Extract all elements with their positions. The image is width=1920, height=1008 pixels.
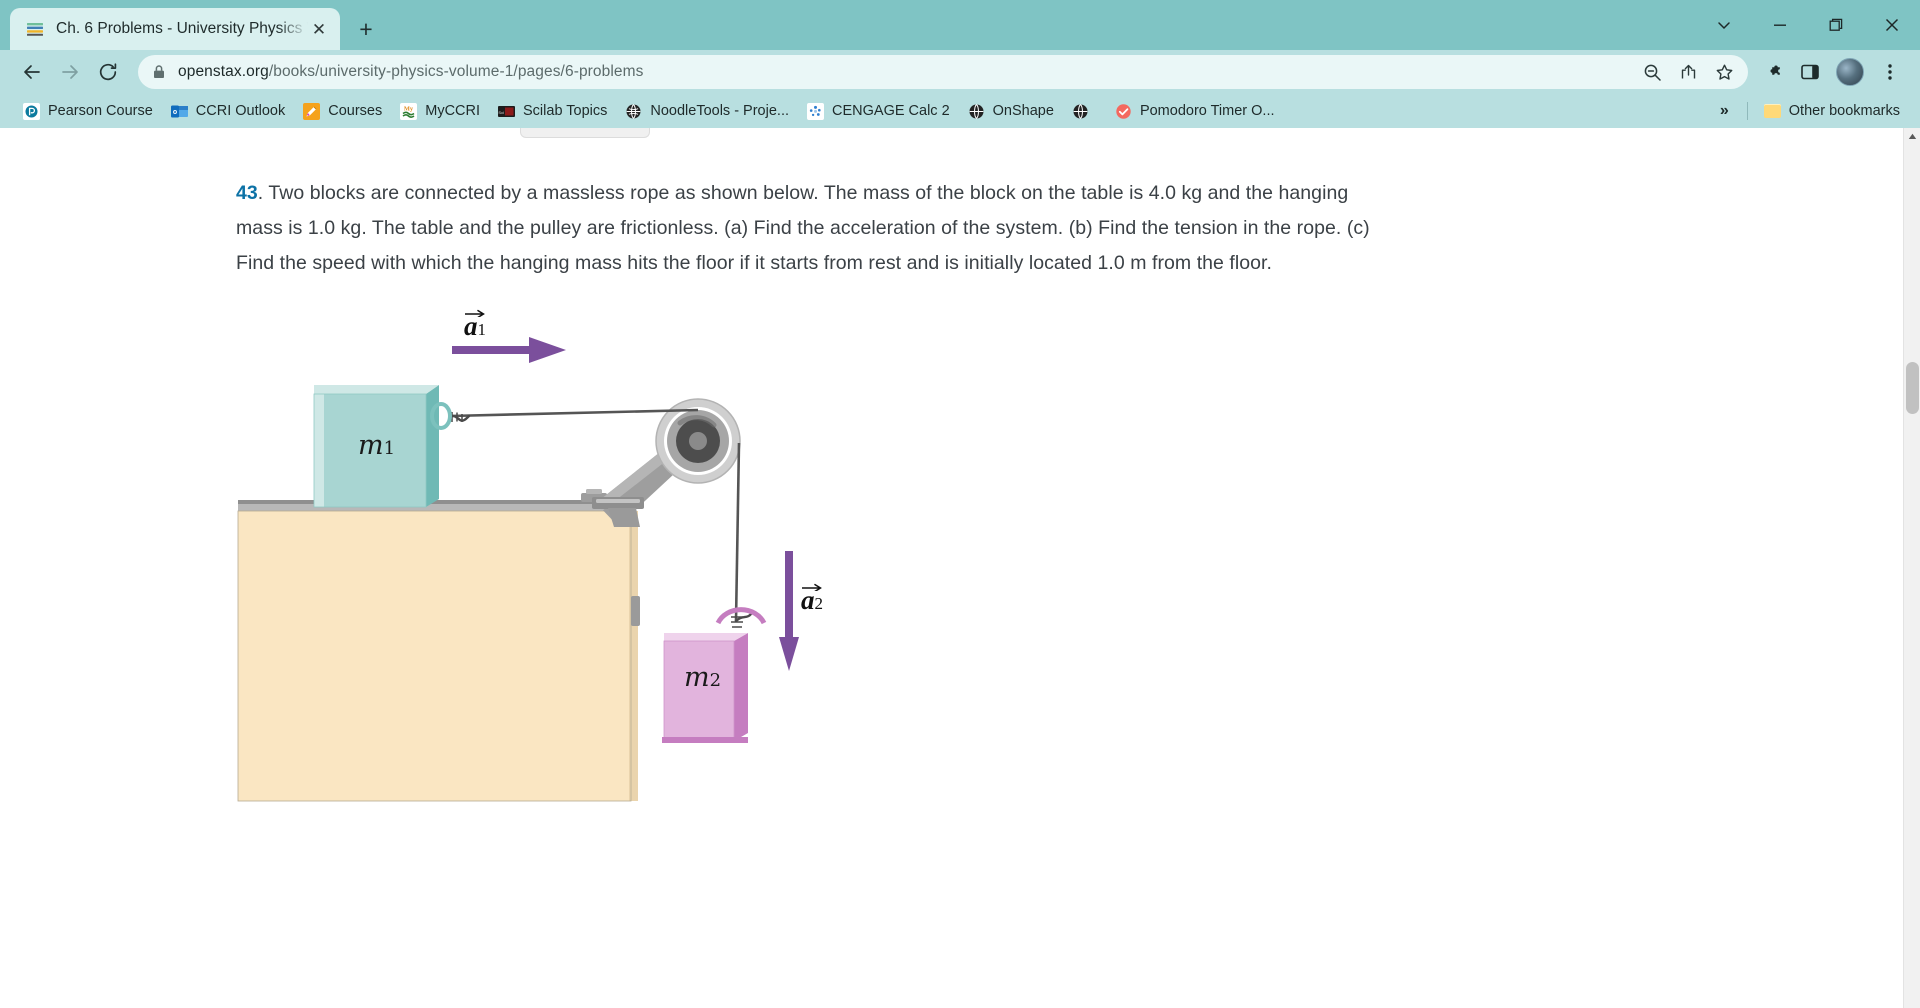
folder-icon xyxy=(1764,104,1781,118)
forward-button[interactable] xyxy=(52,54,88,90)
pearson-icon xyxy=(23,103,40,120)
page-content: 43. Two blocks are connected by a massle… xyxy=(0,128,1400,831)
bookmark-pearson-course[interactable]: Pearson Course xyxy=(14,99,162,124)
url-text: openstax.org/books/university-physics-vo… xyxy=(178,63,644,81)
globe-icon xyxy=(1072,103,1089,120)
m1-subscript: 1 xyxy=(384,438,395,459)
bookmark-label: OnShape xyxy=(993,103,1054,119)
bookmark-label: Pomodoro Timer O... xyxy=(1140,103,1275,119)
minimize-button[interactable] xyxy=(1752,3,1808,47)
lock-icon[interactable] xyxy=(152,64,166,80)
m2-symbol: m xyxy=(684,662,710,693)
table-object xyxy=(238,489,640,801)
address-bar[interactable]: openstax.org/books/university-physics-vo… xyxy=(138,55,1748,89)
other-bookmarks-button[interactable]: Other bookmarks xyxy=(1754,99,1910,123)
bookmark-scilab-topics[interactable]: Sci Scilab Topics xyxy=(489,99,616,124)
openstax-books-icon xyxy=(26,20,44,38)
window-controls xyxy=(1696,0,1920,50)
maximize-restore-button[interactable] xyxy=(1808,3,1864,47)
pomodoro-check-icon xyxy=(1115,103,1132,120)
new-tab-button[interactable]: + xyxy=(346,8,386,50)
outlook-icon: o xyxy=(171,103,188,120)
myccri-icon: My xyxy=(400,103,417,120)
tab-close-icon[interactable]: ✕ xyxy=(308,21,330,38)
block-m2-label: m2 xyxy=(684,662,721,693)
svg-text:My: My xyxy=(404,105,414,112)
cengage-icon xyxy=(807,103,824,120)
navigation-toolbar: openstax.org/books/university-physics-vo… xyxy=(0,50,1920,94)
share-icon[interactable] xyxy=(1678,62,1698,82)
page-scrollbar[interactable] xyxy=(1903,128,1920,1008)
bookmark-label: CENGAGE Calc 2 xyxy=(832,103,950,119)
browser-window: Ch. 6 Problems - University Physics Volu… xyxy=(0,0,1920,1008)
partial-element-above xyxy=(520,128,650,138)
bookmark-label: NoodleTools - Proje... xyxy=(650,103,789,119)
acceleration-2-label: a2 xyxy=(801,585,823,616)
close-window-button[interactable] xyxy=(1864,3,1920,47)
accel1-subscript: 1 xyxy=(478,320,487,339)
url-path: /books/university-physics-volume-1/pages… xyxy=(269,63,644,80)
scrollbar-thumb[interactable] xyxy=(1906,362,1919,414)
star-icon[interactable] xyxy=(1714,62,1734,82)
pulley-system-diagram xyxy=(236,311,996,831)
acceleration-2-arrow xyxy=(779,551,799,671)
bookmark-label: CCRI Outlook xyxy=(196,103,285,119)
reload-button[interactable] xyxy=(90,54,126,90)
url-domain: openstax.org xyxy=(178,63,269,80)
bookmark-label: MyCCRI xyxy=(425,103,480,119)
toolbar-icons xyxy=(1758,56,1906,88)
zoom-out-magnifier-icon[interactable] xyxy=(1642,62,1662,82)
bookmark-label: Pearson Course xyxy=(48,103,153,119)
m1-symbol: m xyxy=(358,430,384,461)
globe-icon xyxy=(968,103,985,120)
problem-paragraph: 43. Two blocks are connected by a massle… xyxy=(236,176,1400,281)
svg-text:o: o xyxy=(173,109,177,116)
globe-icon xyxy=(625,103,642,120)
problem-body: . Two blocks are connected by a massless… xyxy=(236,182,1370,274)
bookmark-myccri[interactable]: My MyCCRI xyxy=(391,99,489,124)
bookmarks-overflow-button[interactable]: » xyxy=(1708,100,1741,122)
physics-figure: a1 a2 m1 m2 xyxy=(236,311,996,831)
three-dot-menu-icon[interactable] xyxy=(1874,56,1906,88)
vector-arrow-hat-icon xyxy=(802,583,822,591)
svg-text:Sci: Sci xyxy=(498,110,504,115)
bookmark-label: Scilab Topics xyxy=(523,103,607,119)
puzzle-piece-icon[interactable] xyxy=(1758,56,1790,88)
tab-strip: Ch. 6 Problems - University Physics Volu… xyxy=(0,0,1920,50)
tab-strip-bar: Ch. 6 Problems - University Physics Volu… xyxy=(0,0,1920,50)
bookmark-label: Courses xyxy=(328,103,382,119)
bookmark-noodletools[interactable]: NoodleTools - Proje... xyxy=(616,99,798,124)
bookmarks-divider xyxy=(1747,102,1748,120)
acceleration-1-label: a1 xyxy=(464,311,486,342)
scroll-up-arrow[interactable] xyxy=(1904,128,1920,145)
accel2-subscript: 2 xyxy=(815,594,824,613)
profile-avatar-icon[interactable] xyxy=(1836,58,1864,86)
bookmarks-bar: Pearson Course o CCRI Outlook Courses My… xyxy=(0,94,1920,128)
side-panel-icon[interactable] xyxy=(1794,56,1826,88)
tab-search-icon[interactable] xyxy=(1696,3,1752,47)
bookmark-cengage-calc-2[interactable]: CENGAGE Calc 2 xyxy=(798,99,959,124)
courses-pencil-icon xyxy=(303,103,320,120)
tab-title: Ch. 6 Problems - University Physics Volu… xyxy=(56,20,308,38)
back-button[interactable] xyxy=(14,54,50,90)
bookmark-ccri-outlook[interactable]: o CCRI Outlook xyxy=(162,99,294,124)
page-viewport: 43. Two blocks are connected by a massle… xyxy=(0,128,1920,1008)
scilab-icon: Sci xyxy=(498,103,515,120)
bookmark-onshape[interactable]: OnShape xyxy=(959,99,1063,124)
bookmark-pomodoro-timer[interactable]: Pomodoro Timer O... xyxy=(1106,99,1284,124)
m2-subscript: 2 xyxy=(710,670,721,691)
bookmark-courses[interactable]: Courses xyxy=(294,99,391,124)
tab-active[interactable]: Ch. 6 Problems - University Physics Volu… xyxy=(10,8,340,50)
block-m1-label: m1 xyxy=(358,430,395,461)
problem-number: 43 xyxy=(236,182,258,204)
omnibox-actions xyxy=(1630,62,1734,82)
vector-arrow-hat-icon xyxy=(465,309,485,317)
bookmark-globe-unnamed[interactable] xyxy=(1063,99,1106,124)
other-bookmarks-label: Other bookmarks xyxy=(1789,103,1900,119)
